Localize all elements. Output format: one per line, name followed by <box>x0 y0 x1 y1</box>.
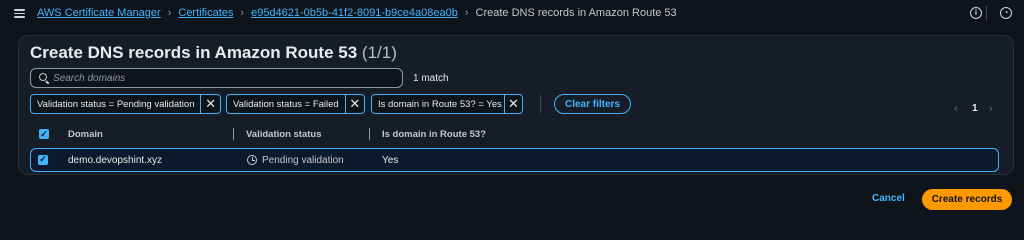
column-divider <box>233 128 234 140</box>
notifications-icon[interactable]: ◔ <box>1000 7 1012 19</box>
filter-divider <box>540 95 541 113</box>
chevron-right-icon: › <box>167 7 172 19</box>
match-count: 1 match <box>413 73 449 84</box>
filter-token-label: Validation status = Pending validation <box>37 98 195 110</box>
filter-token-route53: Is domain in Route 53? = Yes ✕ <box>371 94 523 114</box>
clear-filters-button[interactable]: Clear filters <box>554 94 631 114</box>
breadcrumb-certificates[interactable]: Certificates <box>178 7 233 19</box>
column-header-validation-status[interactable]: Validation status <box>246 129 322 140</box>
hamburger-menu-icon[interactable] <box>14 9 25 18</box>
row-checkbox[interactable]: ✓ <box>38 154 48 165</box>
dismiss-filter-icon[interactable]: ✕ <box>344 95 364 113</box>
validation-status-cell: Pending validation <box>262 155 344 166</box>
column-divider <box>369 128 370 140</box>
chevron-left-icon[interactable]: ‹ <box>954 103 958 115</box>
selection-count: (1/1) <box>361 43 397 62</box>
filter-token-label: Is domain in Route 53? = Yes <box>378 98 502 110</box>
column-header-domain[interactable]: Domain <box>68 129 103 140</box>
select-all-checkbox[interactable]: ✓ <box>39 129 49 139</box>
breadcrumb-current: Create DNS records in Amazon Route 53 <box>475 7 677 19</box>
table-header: ✓ Domain Validation status Is domain in … <box>30 126 1000 142</box>
create-records-button[interactable]: Create records <box>922 189 1012 210</box>
domain-cell: demo.devopshint.xyz <box>68 155 162 166</box>
cancel-button[interactable]: Cancel <box>872 193 905 204</box>
filter-token-failed: Validation status = Failed ✕ <box>226 94 365 114</box>
chevron-right-icon: › <box>464 7 469 19</box>
route53-cell: Yes <box>382 155 399 166</box>
breadcrumb-certificate-id[interactable]: e95d4621-0b5b-41f2-8091-b9ce4a08ea0b <box>251 7 458 19</box>
search-input[interactable] <box>53 70 393 86</box>
page-number[interactable]: 1 <box>972 103 978 114</box>
dismiss-filter-icon[interactable]: ✕ <box>200 95 220 113</box>
breadcrumb-certificate-manager[interactable]: AWS Certificate Manager <box>37 7 161 19</box>
search-box[interactable] <box>30 68 403 88</box>
search-icon <box>39 73 50 85</box>
filter-token-pending: Validation status = Pending validation ✕ <box>30 94 221 114</box>
dns-records-panel: Create DNS records in Amazon Route 53 (1… <box>18 35 1014 175</box>
column-header-in-route53[interactable]: Is domain in Route 53? <box>382 129 486 140</box>
filter-token-label: Validation status = Failed <box>233 98 339 110</box>
toolbar-divider <box>986 6 987 20</box>
breadcrumb: AWS Certificate Manager › Certificates ›… <box>37 7 677 19</box>
table-row[interactable]: ✓ demo.devopshint.xyz Pending validation… <box>30 148 999 172</box>
top-navigation-bar: AWS Certificate Manager › Certificates ›… <box>0 0 1024 26</box>
dismiss-filter-icon[interactable]: ✕ <box>504 95 522 113</box>
chevron-right-icon[interactable]: › <box>989 103 993 115</box>
info-icon[interactable]: i <box>970 7 982 19</box>
pending-status-icon <box>247 155 257 165</box>
chevron-right-icon: › <box>240 7 245 19</box>
page-title: Create DNS records in Amazon Route 53 (1… <box>30 43 397 62</box>
